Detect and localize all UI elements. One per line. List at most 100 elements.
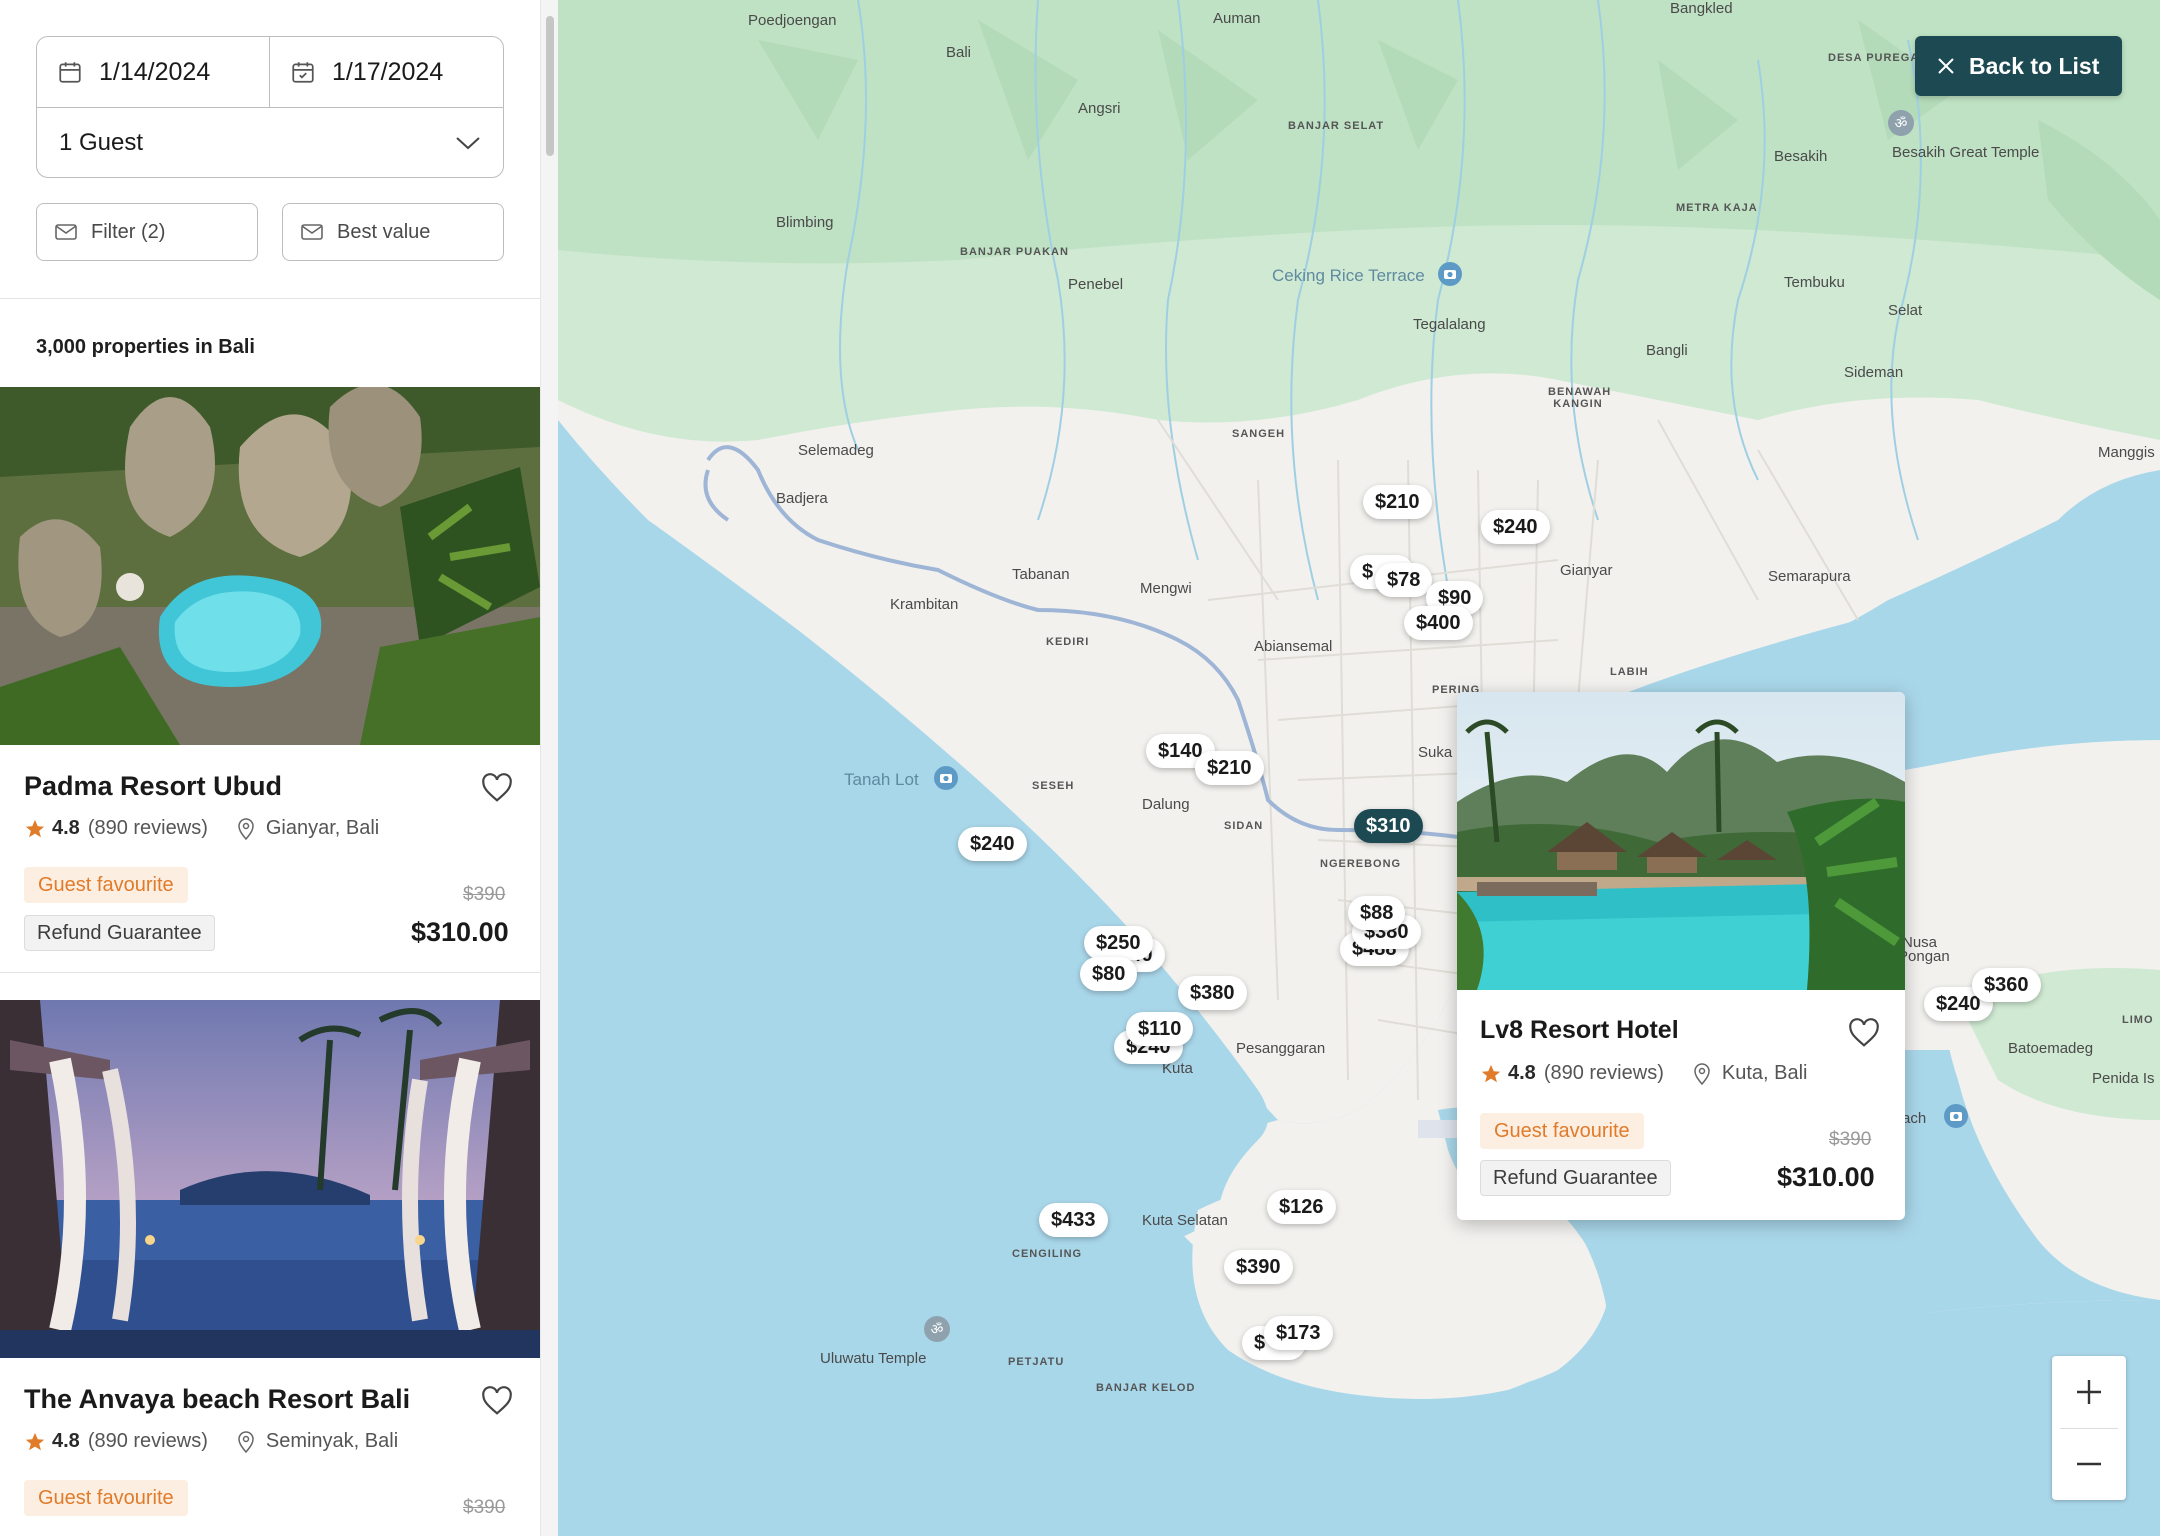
sidebar-scrollbar[interactable] [540, 0, 558, 1536]
map-label: DESA PUREGAI [1828, 52, 1924, 64]
price-pin[interactable]: $380 [1178, 976, 1247, 1010]
listing-photo[interactable] [0, 387, 540, 745]
scrollbar-thumb[interactable] [546, 16, 554, 156]
guest-select[interactable]: 1 Guest [37, 108, 503, 178]
sort-label: Best value [337, 220, 431, 243]
price-pin[interactable]: $80 [1080, 957, 1138, 991]
map-label: Bangli [1646, 342, 1688, 359]
back-to-list-button[interactable]: Back to List [1915, 36, 2122, 96]
price-pin[interactable]: $110 [1126, 1012, 1194, 1046]
map-label: Blimbing [776, 214, 834, 231]
map-label: KEDIRI [1046, 636, 1090, 648]
filter-button[interactable]: Filter (2) [36, 203, 258, 261]
map-label: Tabanan [1012, 566, 1070, 583]
popup-title[interactable]: Lv8 Resort Hotel [1480, 1016, 1679, 1045]
map-label: Manggis [2098, 444, 2155, 461]
map-label: Abiansemal [1254, 638, 1333, 655]
price-pin[interactable]: $173 [1264, 1316, 1333, 1350]
price-pin[interactable]: $210 [1363, 485, 1432, 519]
map-label: Tegalalang [1413, 316, 1486, 333]
listing-title[interactable]: The Anvaya beach Resort Bali [24, 1384, 410, 1415]
price-pin[interactable]: $240 [1481, 510, 1550, 544]
map-label: Dalung [1142, 796, 1190, 813]
review-count: (890 reviews) [1543, 1062, 1664, 1084]
heart-icon[interactable] [480, 773, 514, 803]
price-pin[interactable]: $78 [1375, 563, 1433, 597]
map-label: NGEREBONG [1320, 858, 1402, 870]
map-label: Pongan [1898, 948, 1950, 965]
listing-card[interactable]: The Anvaya beach Resort Bali 4.8 (890 re… [0, 1000, 540, 1536]
listing-photo[interactable] [0, 1000, 540, 1358]
old-price: $390 [1829, 1129, 1872, 1150]
date-range: 1/14/2024 1/17/2024 [37, 37, 503, 108]
mail-icon [55, 224, 77, 240]
popup-photo[interactable] [1457, 692, 1905, 990]
price-pin-active[interactable]: $310 [1354, 809, 1423, 843]
listing-location: Gianyar, Bali [265, 817, 380, 839]
review-count: (890 reviews) [87, 817, 208, 839]
poi-label: Besakih Great Temple [1892, 144, 2040, 161]
price-pin[interactable]: $210 [1195, 751, 1264, 785]
rating-value: 4.8 [52, 817, 80, 839]
location-pin-icon [238, 1430, 254, 1453]
map-label: Badjera [776, 490, 828, 507]
review-count: (890 reviews) [87, 1430, 208, 1452]
price-pin[interactable]: $88 [1348, 896, 1406, 930]
map-label: PETJATU [1008, 1356, 1065, 1368]
map-label: SESEH [1032, 780, 1075, 792]
heart-icon[interactable] [1847, 1018, 1881, 1048]
old-price: $390 [463, 884, 506, 905]
price-pin[interactable]: $126 [1267, 1190, 1336, 1224]
map-label: Krambitan [890, 596, 959, 613]
camera-poi-icon [934, 766, 958, 790]
rating-row: 4.8 (890 reviews) Kuta, Bali [1480, 1062, 1807, 1085]
mail-icon [301, 224, 323, 240]
map-label: Selat [1888, 302, 1923, 319]
current-price: $310.00 [1777, 1162, 1875, 1192]
old-price: $390 [463, 1497, 506, 1518]
camera-poi-icon [1438, 262, 1462, 286]
map-label: Penida Is [2092, 1070, 2155, 1087]
map-label: Pesanggaran [1236, 1040, 1326, 1057]
price-pin[interactable]: $240 [958, 827, 1027, 861]
price-pin[interactable]: $433 [1039, 1203, 1108, 1237]
map-label: LABIH [1610, 666, 1649, 678]
listing-location: Seminyak, Bali [265, 1430, 399, 1452]
rating-value: 4.8 [52, 1430, 80, 1452]
zoom-out-button[interactable] [2052, 1428, 2126, 1500]
map-label: Sideman [1844, 364, 1904, 381]
zoom-in-button[interactable] [2052, 1356, 2126, 1428]
map-label: Poedjoengan [748, 12, 837, 29]
card-separator [0, 972, 540, 973]
map-label: Tembuku [1784, 274, 1845, 291]
map-label: Batoemadeg [2008, 1040, 2094, 1057]
map-label: METRA KAJA [1676, 202, 1758, 214]
price-pin[interactable]: $360 [1972, 968, 2041, 1002]
price-pin[interactable]: $390 [1224, 1250, 1293, 1284]
checkout-field[interactable]: 1/17/2024 [270, 37, 503, 107]
camera-poi-icon [1944, 1104, 1968, 1128]
price-pin[interactable]: $400 [1404, 606, 1473, 640]
map-label: CENGILING [1012, 1248, 1083, 1260]
map-view[interactable]: Poedjoengan Auman Bangkled Bali Angsri B… [558, 0, 2160, 1536]
zoom-in-icon [2077, 1380, 2101, 1404]
listing-title[interactable]: Padma Resort Ubud [24, 771, 282, 802]
temple-icon: ॐ [1888, 110, 1914, 136]
listing-card[interactable]: Padma Resort Ubud 4.8 (890 reviews) Gian… [0, 387, 540, 973]
map-label: LIMO [2122, 1014, 2154, 1026]
star-icon [1481, 1064, 1501, 1082]
heart-icon[interactable] [480, 1386, 514, 1416]
sort-button[interactable]: Best value [282, 203, 504, 261]
listing-popup[interactable]: Lv8 Resort Hotel 4.8 (890 reviews) Kuta,… [1457, 692, 1905, 1220]
map-label: Kuta Selatan [1142, 1212, 1228, 1229]
divider [0, 298, 540, 299]
listing-sidebar: 1/14/2024 1/17/2024 1 Guest Filter (2) B… [0, 0, 540, 1536]
poi-label: Uluwatu Temple [820, 1350, 927, 1367]
checkin-date: 1/14/2024 [99, 57, 211, 86]
map-label: BANJAR KELOD [1096, 1382, 1196, 1394]
rating-value: 4.8 [1508, 1062, 1536, 1084]
guest-favourite-badge: Guest favourite [24, 1480, 188, 1516]
price-pin[interactable]: $250 [1084, 926, 1153, 960]
map-label: ach [1902, 1110, 1927, 1127]
checkin-field[interactable]: 1/14/2024 [37, 37, 270, 107]
